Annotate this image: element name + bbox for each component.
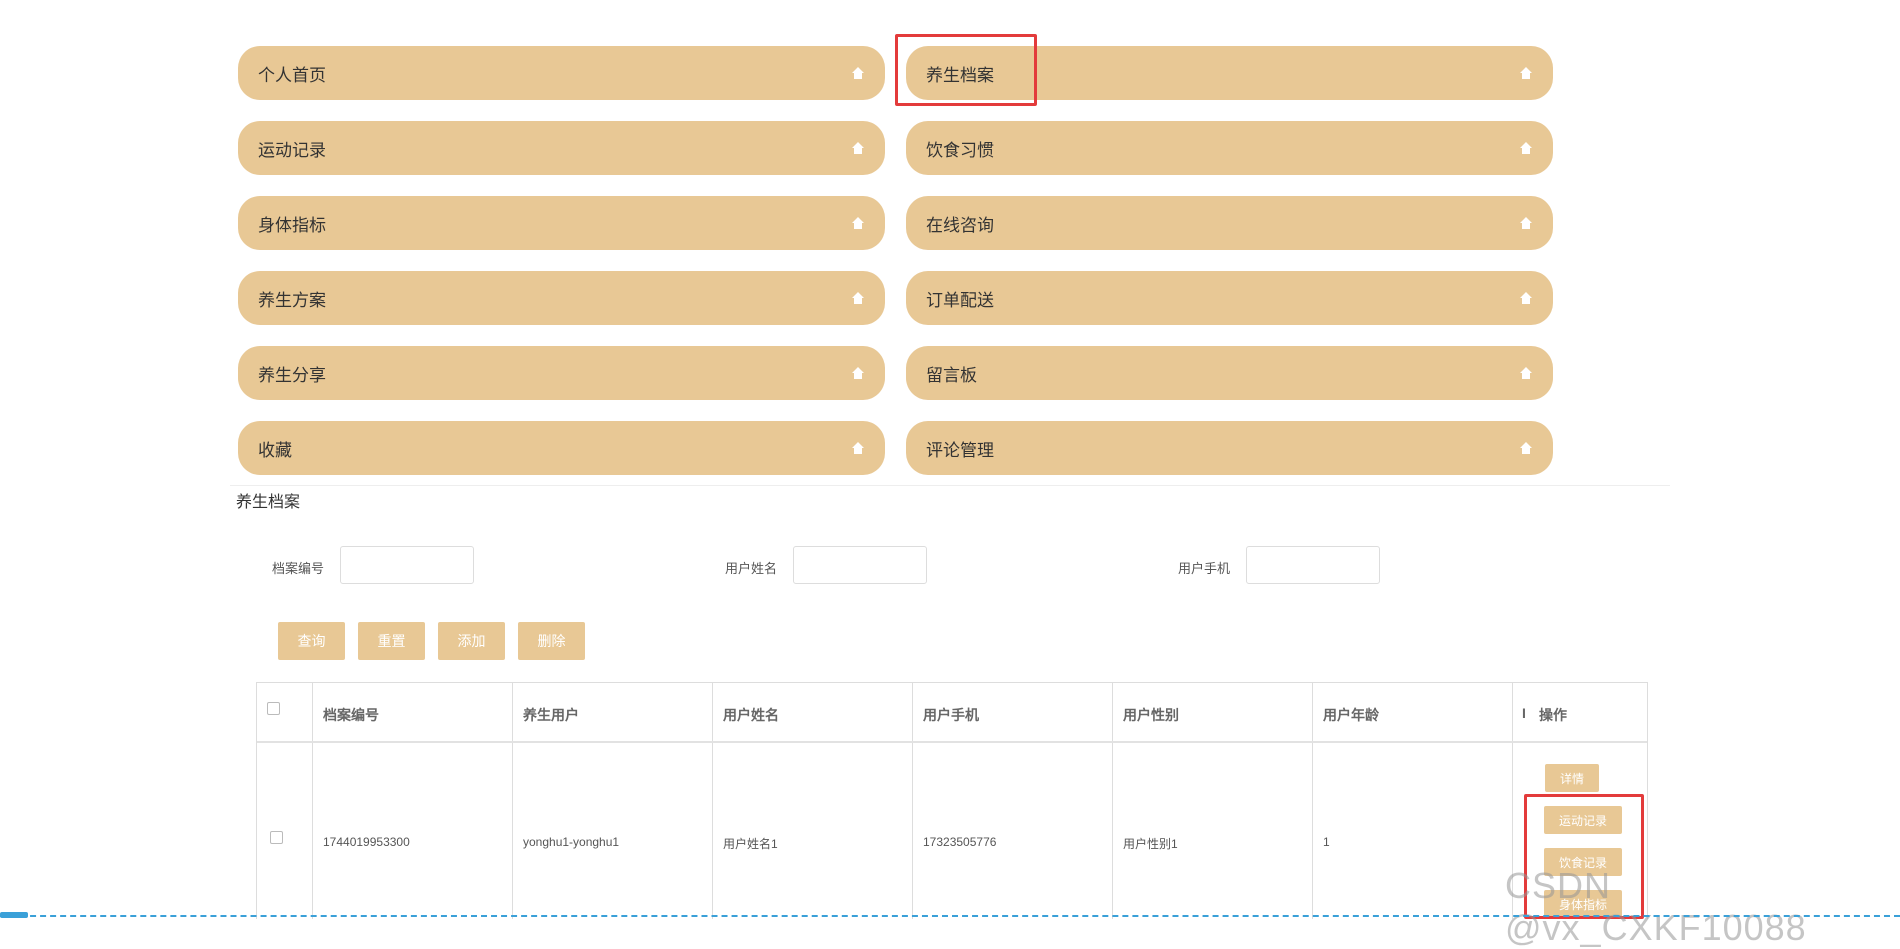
- header-name: 用户姓名: [723, 707, 779, 723]
- menu-item-body-metrics[interactable]: 身体指标: [238, 196, 885, 250]
- archive-no-label: 档案编号: [272, 561, 325, 576]
- exercise-record-button[interactable]: 运动记录: [1544, 806, 1622, 834]
- menu-item-online-consult[interactable]: 在线咨询: [906, 196, 1553, 250]
- home-icon: [1520, 67, 1532, 79]
- header-age: 用户年龄: [1323, 707, 1379, 723]
- home-icon: [852, 142, 864, 154]
- home-icon: [1520, 442, 1532, 454]
- select-all-checkbox[interactable]: [267, 702, 280, 715]
- header-ops: 操作: [1539, 707, 1567, 723]
- data-table: 档案编号 养生用户 用户姓名 用户手机 用户性别 用户年龄 I 操作 17440…: [256, 682, 1648, 919]
- phone-label: 用户手机: [1178, 561, 1231, 576]
- menu-item-favorites[interactable]: 收藏: [238, 421, 885, 475]
- home-icon: [852, 442, 864, 454]
- menu-item-diet-habits[interactable]: 饮食习惯: [906, 121, 1553, 175]
- delete-button[interactable]: 删除: [518, 622, 585, 660]
- menu-item-label: 留言板: [926, 365, 977, 385]
- row-checkbox[interactable]: [270, 831, 283, 844]
- menu-item-label: 饮食习惯: [926, 140, 994, 160]
- menu-item-order-delivery[interactable]: 订单配送: [906, 271, 1553, 325]
- menu-item-label: 评论管理: [926, 440, 994, 460]
- add-button[interactable]: 添加: [438, 622, 505, 660]
- menu-item-label: 身体指标: [258, 215, 326, 235]
- query-button[interactable]: 查询: [278, 622, 345, 660]
- scroll-indicator-thumb[interactable]: [0, 912, 28, 918]
- cell-gender: 用户性别1: [1123, 837, 1178, 851]
- header-truncated: I: [1522, 705, 1526, 721]
- menu-item-label: 运动记录: [258, 140, 326, 160]
- cell-phone: 17323505776: [923, 835, 997, 849]
- username-label: 用户姓名: [725, 561, 778, 576]
- menu-item-label: 养生档案: [926, 65, 994, 85]
- menu-item-label: 养生分享: [258, 365, 326, 385]
- menu-item-label: 订单配送: [926, 290, 994, 310]
- scroll-indicator-line: [0, 915, 1900, 917]
- home-icon: [852, 67, 864, 79]
- header-archive-no: 档案编号: [323, 707, 379, 723]
- watermark-text: CSDN @vx_CXKF10088: [1505, 865, 1807, 948]
- menu-item-label: 养生方案: [258, 290, 326, 310]
- menu-item-home[interactable]: 个人首页: [238, 46, 885, 100]
- home-icon: [852, 292, 864, 304]
- home-icon: [852, 367, 864, 379]
- menu-item-health-share[interactable]: 养生分享: [238, 346, 885, 400]
- home-icon: [852, 217, 864, 229]
- reset-button[interactable]: 重置: [358, 622, 425, 660]
- username-input[interactable]: [793, 546, 927, 584]
- table-header-row: 档案编号 养生用户 用户姓名 用户手机 用户性别 用户年龄 I 操作: [257, 683, 1647, 743]
- home-icon: [1520, 367, 1532, 379]
- section-divider: [230, 485, 1670, 486]
- menu-item-label: 在线咨询: [926, 215, 994, 235]
- menu-item-exercise-records[interactable]: 运动记录: [238, 121, 885, 175]
- cell-user: yonghu1-yonghu1: [523, 835, 620, 849]
- menu-item-label: 收藏: [258, 440, 292, 460]
- phone-input[interactable]: [1246, 546, 1380, 584]
- detail-button[interactable]: 详情: [1545, 764, 1599, 792]
- header-gender: 用户性别: [1123, 707, 1179, 723]
- section-title: 养生档案: [236, 494, 301, 511]
- cell-name: 用户姓名1: [723, 837, 778, 851]
- header-phone: 用户手机: [923, 707, 979, 723]
- menu-item-message-board[interactable]: 留言板: [906, 346, 1553, 400]
- menu-item-health-plan[interactable]: 养生方案: [238, 271, 885, 325]
- home-icon: [1520, 142, 1532, 154]
- home-icon: [1520, 292, 1532, 304]
- menu-item-health-archive[interactable]: 养生档案: [906, 46, 1553, 100]
- archive-no-input[interactable]: [340, 546, 474, 584]
- search-row: 档案编号 用户姓名 用户手机: [0, 546, 1900, 586]
- header-user: 养生用户: [523, 707, 579, 723]
- cell-archive-no: 1744019953300: [323, 835, 410, 849]
- menu-item-label: 个人首页: [258, 65, 326, 85]
- cell-age: 1: [1323, 835, 1330, 849]
- home-icon: [1520, 217, 1532, 229]
- menu-item-comment-management[interactable]: 评论管理: [906, 421, 1553, 475]
